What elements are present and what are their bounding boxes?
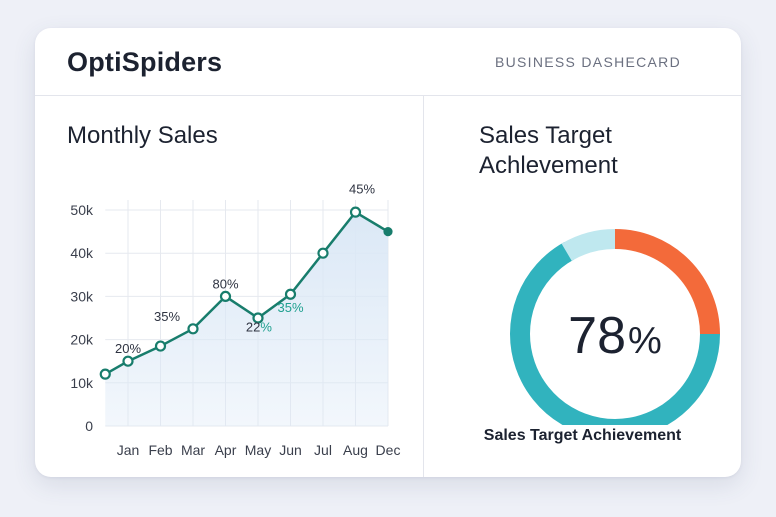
- x-tick-label: Jun: [279, 442, 302, 458]
- gauge-center-number: 78: [568, 307, 626, 365]
- y-tick-label: 40k: [70, 245, 94, 261]
- data-label: 20%: [115, 341, 141, 356]
- gauge-center-label: 78%: [568, 307, 662, 365]
- sales-data-point: [187, 323, 199, 335]
- dashboard-subtitle: BUSINESS DASHECARD: [495, 54, 681, 70]
- x-tick-label: Jul: [314, 442, 332, 458]
- dashboard-header: OptiSpiders BUSINESS DASHECARD: [35, 28, 741, 96]
- x-tick-label: Dec: [376, 442, 401, 458]
- sales-data-point: [154, 340, 167, 352]
- y-tick-label: 20k: [70, 332, 94, 348]
- sales-data-point: [99, 368, 111, 380]
- sales-data-point: [383, 227, 393, 237]
- data-label: 35%: [154, 309, 180, 324]
- data-label: 35%: [277, 300, 303, 315]
- data-label: %: [260, 320, 272, 335]
- sales-target-caption: Sales Target Achievement: [483, 427, 682, 444]
- x-tick-label: Jan: [117, 442, 140, 458]
- x-tick-label: Feb: [148, 442, 172, 458]
- data-label: 80%: [212, 276, 238, 291]
- sales-data-point: [284, 288, 297, 300]
- sales-target-gauge: 78%: [510, 229, 720, 425]
- brand-title: OptiSpiders: [67, 47, 223, 77]
- y-tick-label: 30k: [70, 288, 94, 304]
- x-tick-label: Apr: [215, 442, 237, 458]
- data-label: 22: [246, 320, 260, 335]
- x-tick-label: Aug: [343, 442, 368, 458]
- dashboard-card: OptiSpiders BUSINESS DASHECARD Monthly S…: [35, 28, 741, 477]
- x-tick-label: May: [245, 442, 271, 458]
- y-tick-label: 0: [85, 418, 93, 434]
- sales-data-point: [349, 206, 362, 218]
- gauge-slice-main-tail: [561, 229, 616, 262]
- data-label: 45%: [349, 181, 375, 196]
- y-tick-label: 50k: [70, 202, 94, 218]
- sales-data-point: [317, 247, 329, 259]
- sales-data-point: [122, 355, 134, 367]
- monthly-sales-chart: 0 10k 20k 30k 40k 50k Jan Feb Mar Apr May Jun Jul Aug…: [70, 181, 401, 458]
- sales-data-point: [219, 290, 232, 302]
- gauge-center-percent: %: [628, 320, 662, 362]
- x-tick-label: Mar: [181, 442, 205, 458]
- y-tick-label: 10k: [70, 375, 94, 391]
